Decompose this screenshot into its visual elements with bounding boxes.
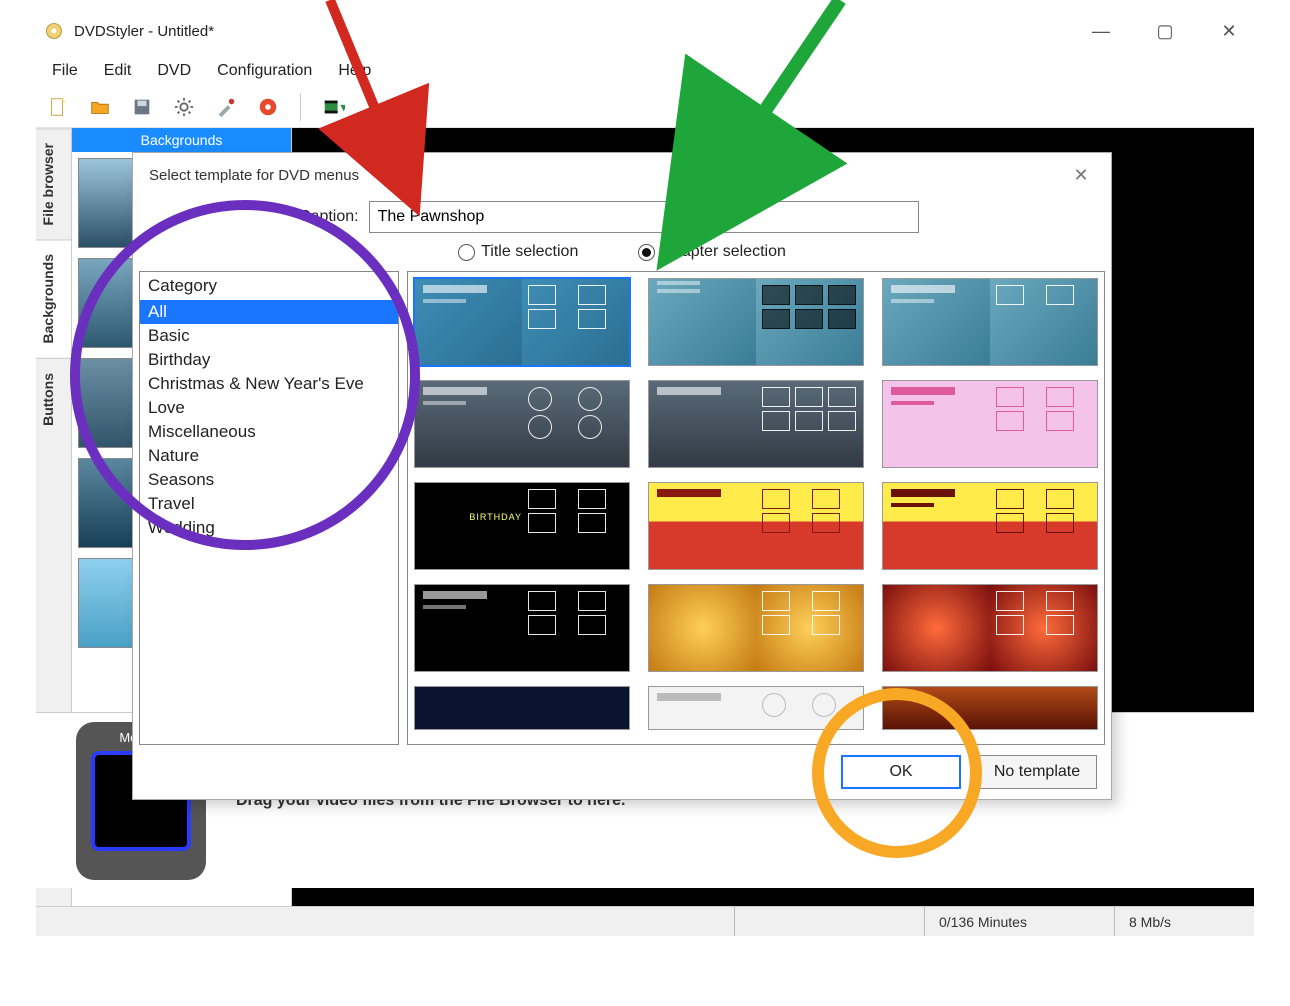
- menu-file[interactable]: File: [42, 59, 88, 83]
- template-item[interactable]: [648, 380, 864, 468]
- template-item[interactable]: [882, 584, 1098, 672]
- caption-label: Caption:: [299, 208, 359, 226]
- template-item[interactable]: [882, 278, 1098, 366]
- status-minutes: 0/136 Minutes: [924, 907, 1114, 936]
- menu-help[interactable]: Help: [328, 59, 381, 83]
- radio-icon: [458, 244, 475, 261]
- dialog-close-icon[interactable]: ✕: [1067, 163, 1095, 187]
- toolbar: ▾: [36, 86, 1254, 128]
- template-item[interactable]: [414, 380, 630, 468]
- category-item[interactable]: Travel: [140, 492, 398, 516]
- dialog-title-text: Select template for DVD menus: [149, 167, 359, 184]
- window-maximize[interactable]: ▢: [1148, 17, 1182, 45]
- settings-icon[interactable]: [170, 93, 198, 121]
- menubar: File Edit DVD Configuration Help: [36, 56, 1254, 86]
- status-progress: [734, 907, 924, 936]
- tools-icon[interactable]: [212, 93, 240, 121]
- template-item[interactable]: [648, 686, 864, 730]
- app-icon: [44, 21, 64, 41]
- category-item[interactable]: Wedding: [140, 516, 398, 540]
- toolbar-separator: [300, 93, 301, 121]
- open-folder-icon[interactable]: [86, 93, 114, 121]
- radio-title-label: Title selection: [481, 243, 578, 261]
- burn-disc-icon[interactable]: [254, 93, 282, 121]
- template-item[interactable]: [882, 482, 1098, 570]
- window-close[interactable]: ✕: [1212, 17, 1246, 45]
- app-title: DVDStyler - Untitled*: [74, 23, 214, 40]
- window-minimize[interactable]: —: [1084, 17, 1118, 45]
- category-list[interactable]: All Basic Birthday Christmas & New Year'…: [140, 300, 398, 744]
- radio-title-selection[interactable]: Title selection: [458, 243, 578, 261]
- template-item[interactable]: [648, 278, 864, 366]
- add-clip-icon[interactable]: ▾: [319, 93, 347, 121]
- menu-dvd[interactable]: DVD: [147, 59, 201, 83]
- template-item[interactable]: [882, 380, 1098, 468]
- selection-mode-row: Title selection Chapter selection: [133, 239, 1111, 271]
- category-item[interactable]: Basic: [140, 324, 398, 348]
- category-item[interactable]: Miscellaneous: [140, 420, 398, 444]
- menu-edit[interactable]: Edit: [94, 59, 142, 83]
- category-item[interactable]: Christmas & New Year's Eve: [140, 372, 398, 396]
- dialog-footer: OK No template: [133, 745, 1111, 799]
- category-item[interactable]: All: [140, 300, 398, 324]
- vtab-buttons[interactable]: Buttons: [36, 358, 71, 440]
- caption-input[interactable]: [369, 201, 919, 233]
- template-item[interactable]: [414, 686, 630, 730]
- category-item[interactable]: Nature: [140, 444, 398, 468]
- save-icon[interactable]: [128, 93, 156, 121]
- vtab-file-browser[interactable]: File browser: [36, 128, 71, 239]
- template-item[interactable]: [882, 686, 1098, 730]
- template-grid-pane[interactable]: BIRTHDAY: [407, 271, 1105, 745]
- radio-chapter-label: Chapter selection: [661, 243, 786, 261]
- vtab-backgrounds[interactable]: Backgrounds: [36, 239, 71, 357]
- status-bitrate: 8 Mb/s: [1114, 907, 1254, 936]
- template-item[interactable]: BIRTHDAY: [414, 482, 630, 570]
- radio-chapter-selection[interactable]: Chapter selection: [638, 243, 786, 261]
- dialog-title: Select template for DVD menus ✕: [133, 153, 1111, 197]
- category-header: Category: [140, 272, 398, 300]
- category-pane: Category All Basic Birthday Christmas & …: [139, 271, 399, 745]
- radio-icon: [638, 244, 655, 261]
- template-item[interactable]: [414, 584, 630, 672]
- statusbar: 0/136 Minutes 8 Mb/s: [36, 906, 1254, 936]
- app-titlebar: DVDStyler - Untitled* — ▢ ✕: [36, 10, 1254, 52]
- no-template-button[interactable]: No template: [977, 755, 1097, 789]
- template-item[interactable]: [648, 584, 864, 672]
- backgrounds-header: Backgrounds: [72, 128, 291, 152]
- template-dialog: Select template for DVD menus ✕ Caption:…: [132, 152, 1112, 800]
- category-item[interactable]: Birthday: [140, 348, 398, 372]
- ok-button[interactable]: OK: [841, 755, 961, 789]
- template-item[interactable]: [414, 278, 630, 366]
- menu-configuration[interactable]: Configuration: [207, 59, 322, 83]
- category-item[interactable]: Love: [140, 396, 398, 420]
- category-item[interactable]: Seasons: [140, 468, 398, 492]
- template-item[interactable]: [648, 482, 864, 570]
- new-file-icon[interactable]: [44, 93, 72, 121]
- svg-text:▾: ▾: [340, 99, 345, 114]
